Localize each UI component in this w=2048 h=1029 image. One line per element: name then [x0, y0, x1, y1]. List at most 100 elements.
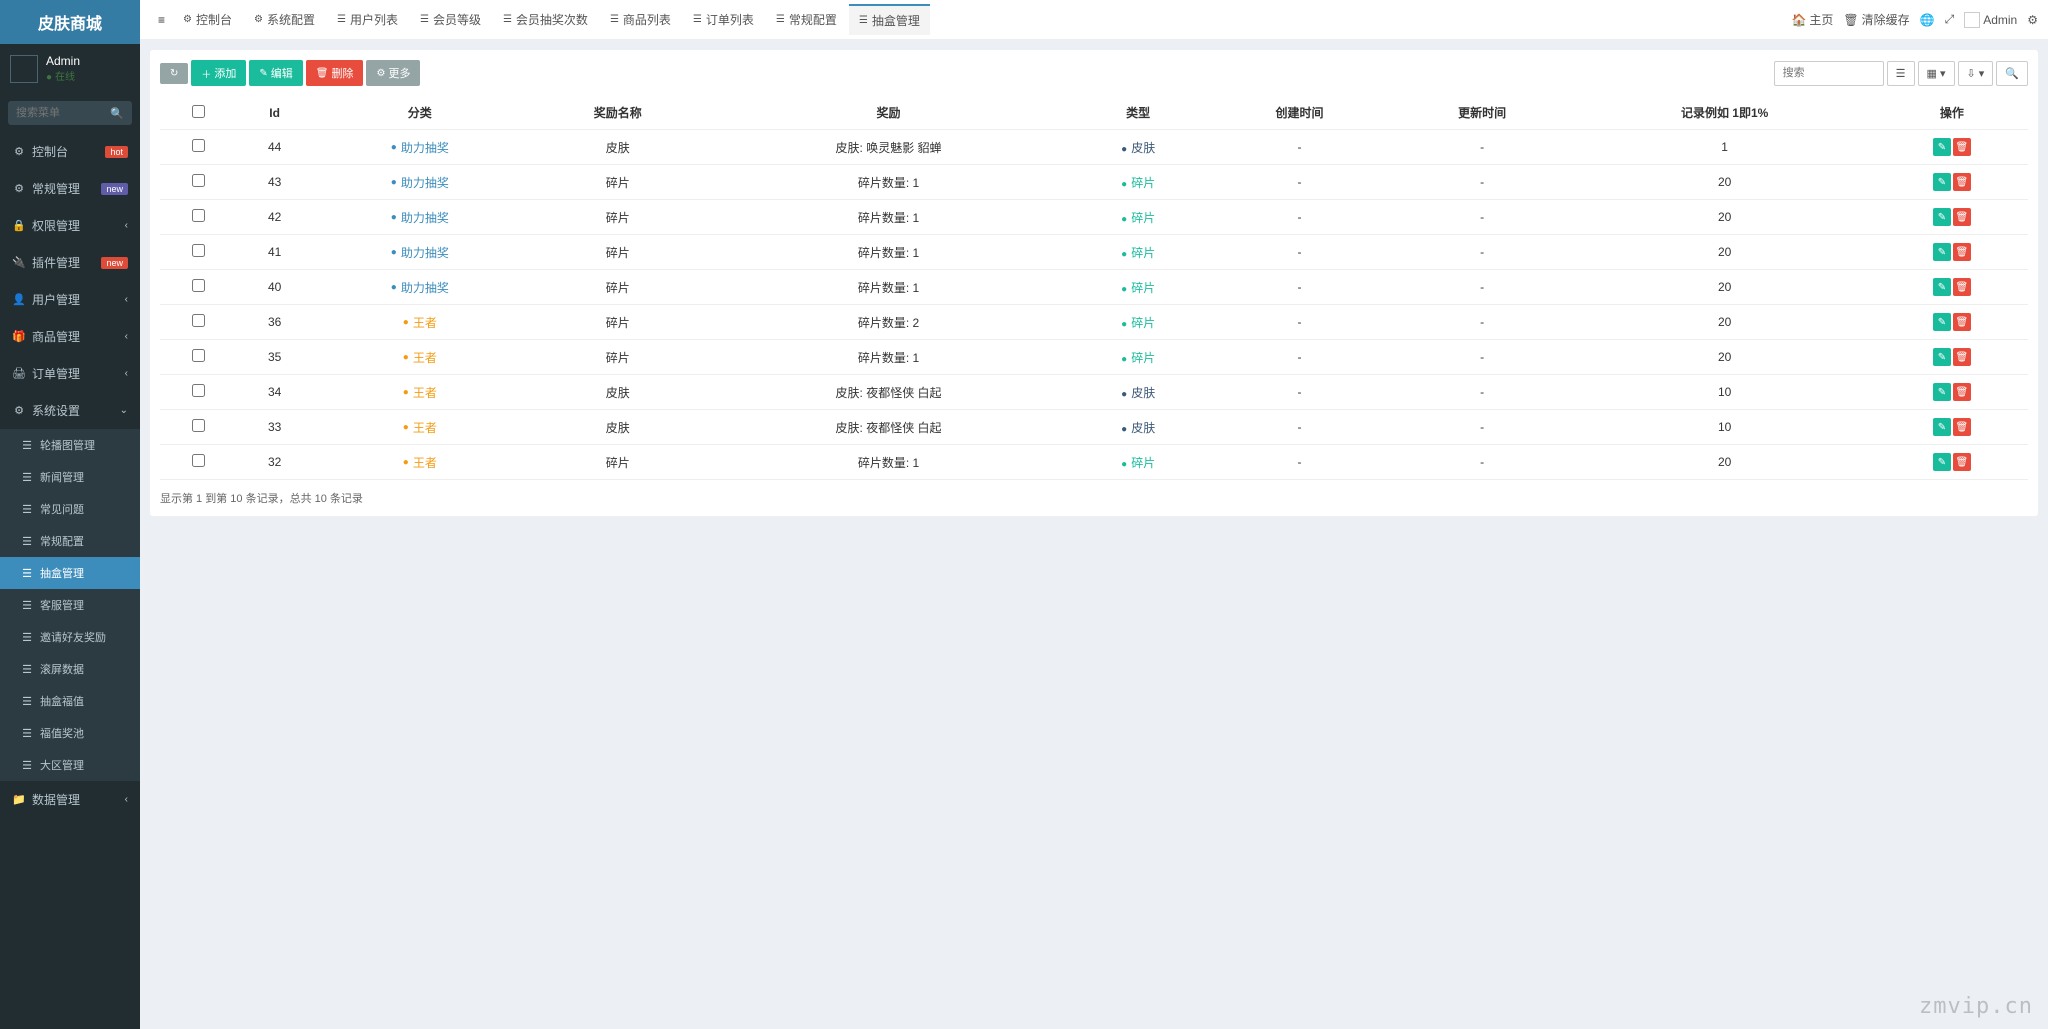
tab-8[interactable]: ☰抽盒管理: [849, 4, 930, 35]
row-edit-button[interactable]: ✎: [1933, 313, 1951, 331]
column-header[interactable]: 奖励名称: [526, 96, 709, 130]
more-button[interactable]: ⚙更多: [366, 60, 420, 86]
nav-settings-icon[interactable]: ⚙: [2027, 13, 2038, 27]
row-checkbox[interactable]: [192, 314, 205, 327]
row-checkbox[interactable]: [192, 279, 205, 292]
sidebar-item-4[interactable]: 👤用户管理‹: [0, 281, 140, 318]
row-checkbox[interactable]: [192, 209, 205, 222]
sidebar-item-6[interactable]: 🖨订单管理‹: [0, 355, 140, 392]
row-delete-button[interactable]: 🗑: [1953, 418, 1971, 436]
category-tag[interactable]: 王者: [403, 454, 437, 471]
row-checkbox[interactable]: [192, 349, 205, 362]
tab-2[interactable]: ☰用户列表: [327, 4, 408, 35]
submenu-item-5[interactable]: ☰客服管理: [0, 589, 140, 621]
category-tag[interactable]: 助力抽奖: [391, 209, 449, 226]
submenu-item-9[interactable]: ☰福值奖池: [0, 717, 140, 749]
menu-toggle-icon[interactable]: ≡: [150, 9, 173, 31]
row-edit-button[interactable]: ✎: [1933, 383, 1951, 401]
category-tag[interactable]: 助力抽奖: [391, 139, 449, 156]
row-edit-button[interactable]: ✎: [1933, 138, 1951, 156]
nav-user[interactable]: Admin: [1964, 12, 2017, 28]
row-checkbox[interactable]: [192, 454, 205, 467]
row-delete-button[interactable]: 🗑: [1953, 173, 1971, 191]
nav-home[interactable]: 🏠 主页: [1791, 11, 1833, 28]
category-tag[interactable]: 王者: [403, 419, 437, 436]
submenu-item-4[interactable]: ☰抽盒管理: [0, 557, 140, 589]
row-delete-button[interactable]: 🗑: [1953, 453, 1971, 471]
sidebar-item-3[interactable]: 🔌插件管理new: [0, 244, 140, 281]
row-checkbox[interactable]: [192, 174, 205, 187]
row-edit-button[interactable]: ✎: [1933, 278, 1951, 296]
sidebar-item-1[interactable]: ⚙常规管理new: [0, 170, 140, 207]
row-delete-button[interactable]: 🗑: [1953, 383, 1971, 401]
submenu-item-8[interactable]: ☰抽盒福值: [0, 685, 140, 717]
view-list-button[interactable]: ☰: [1887, 61, 1915, 86]
menu-icon: 👤: [12, 293, 26, 306]
search-icon[interactable]: 🔍: [110, 107, 124, 120]
column-header[interactable]: 创建时间: [1208, 96, 1391, 130]
nav-lang-icon[interactable]: 🌐: [1920, 13, 1935, 27]
sidebar-item-extra[interactable]: 📁数据管理‹: [0, 781, 140, 818]
category-tag[interactable]: 王者: [403, 314, 437, 331]
add-button[interactable]: ＋添加: [191, 60, 246, 86]
row-delete-button[interactable]: 🗑: [1953, 243, 1971, 261]
select-all-checkbox[interactable]: [192, 105, 205, 118]
submenu-item-10[interactable]: ☰大区管理: [0, 749, 140, 781]
row-edit-button[interactable]: ✎: [1933, 453, 1951, 471]
column-header[interactable]: 记录例如 1即1%: [1573, 96, 1875, 130]
tab-icon: ⚙: [254, 14, 263, 25]
sidebar-item-0[interactable]: ⚙控制台hot: [0, 133, 140, 170]
row-delete-button[interactable]: 🗑: [1953, 278, 1971, 296]
table-search-input[interactable]: [1774, 61, 1884, 86]
refresh-button[interactable]: ↻: [160, 63, 188, 84]
submenu-item-7[interactable]: ☰滚屏数据: [0, 653, 140, 685]
row-edit-button[interactable]: ✎: [1933, 243, 1951, 261]
submenu-item-3[interactable]: ☰常规配置: [0, 525, 140, 557]
tab-6[interactable]: ☰订单列表: [683, 4, 764, 35]
row-checkbox[interactable]: [192, 139, 205, 152]
submenu-item-1[interactable]: ☰新闻管理: [0, 461, 140, 493]
category-tag[interactable]: 王者: [403, 384, 437, 401]
column-header[interactable]: Id: [236, 96, 313, 130]
delete-button[interactable]: 🗑删除: [306, 60, 364, 86]
category-tag[interactable]: 助力抽奖: [391, 174, 449, 191]
row-checkbox[interactable]: [192, 419, 205, 432]
submenu-item-0[interactable]: ☰轮播图管理: [0, 429, 140, 461]
tab-3[interactable]: ☰会员等级: [410, 4, 491, 35]
row-delete-button[interactable]: 🗑: [1953, 138, 1971, 156]
edit-button[interactable]: ✎编辑: [249, 60, 302, 86]
row-edit-button[interactable]: ✎: [1933, 173, 1951, 191]
tab-4[interactable]: ☰会员抽奖次数: [493, 4, 598, 35]
row-edit-button[interactable]: ✎: [1933, 418, 1951, 436]
row-edit-button[interactable]: ✎: [1933, 348, 1951, 366]
sidebar-item-7[interactable]: ⚙系统设置⌄: [0, 392, 140, 429]
nav-expand-icon[interactable]: ⤢: [1945, 12, 1955, 27]
nav-clear-cache[interactable]: 🗑 清除缓存: [1843, 11, 1909, 28]
view-grid-button[interactable]: ▦ ▾: [1918, 61, 1955, 86]
row-checkbox[interactable]: [192, 384, 205, 397]
column-header[interactable]: 分类: [313, 96, 526, 130]
export-button[interactable]: ⇩ ▾: [1958, 61, 1994, 86]
row-delete-button[interactable]: 🗑: [1953, 348, 1971, 366]
column-header[interactable]: 类型: [1068, 96, 1208, 130]
category-tag[interactable]: 王者: [403, 349, 437, 366]
submenu-item-2[interactable]: ☰常见问题: [0, 493, 140, 525]
column-header[interactable]: 更新时间: [1391, 96, 1574, 130]
row-edit-button[interactable]: ✎: [1933, 208, 1951, 226]
category-tag[interactable]: 助力抽奖: [391, 279, 449, 296]
tab-7[interactable]: ☰常规配置: [766, 4, 847, 35]
column-header[interactable]: 操作: [1876, 96, 2028, 130]
tab-0[interactable]: ⚙控制台: [173, 4, 242, 35]
column-header[interactable]: 奖励: [709, 96, 1068, 130]
row-checkbox[interactable]: [192, 244, 205, 257]
sidebar-item-2[interactable]: 🔒权限管理‹: [0, 207, 140, 244]
table-row: 32 王者 碎片 碎片数量: 1 碎片 - - 20 ✎ 🗑: [160, 445, 2028, 480]
sidebar-item-5[interactable]: 🎁商品管理‹: [0, 318, 140, 355]
category-tag[interactable]: 助力抽奖: [391, 244, 449, 261]
row-delete-button[interactable]: 🗑: [1953, 208, 1971, 226]
submenu-item-6[interactable]: ☰邀请好友奖励: [0, 621, 140, 653]
tab-5[interactable]: ☰商品列表: [600, 4, 681, 35]
search-button[interactable]: 🔍: [1996, 61, 2028, 86]
tab-1[interactable]: ⚙系统配置: [244, 4, 325, 35]
row-delete-button[interactable]: 🗑: [1953, 313, 1971, 331]
